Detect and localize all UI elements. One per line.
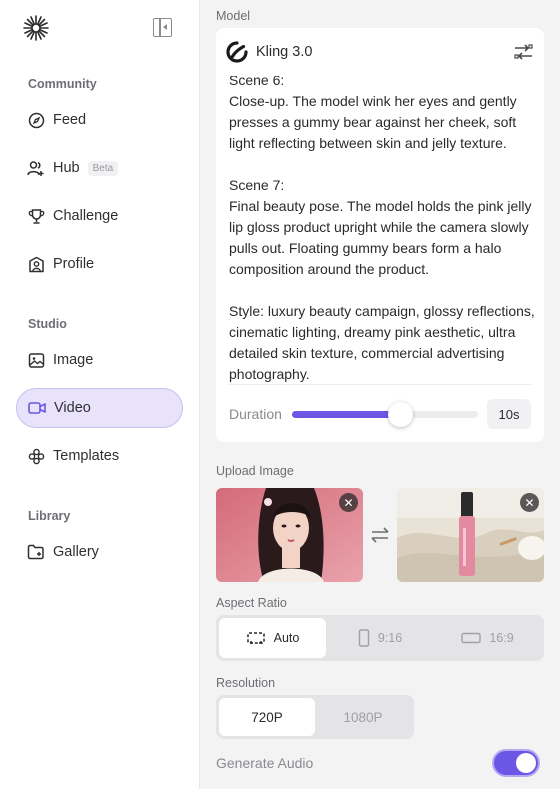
sidebar-item-gallery[interactable]: Gallery xyxy=(16,532,183,572)
remove-image-icon[interactable]: ✕ xyxy=(520,493,539,512)
prompt-card: Scene 6: Close-up. The model wink her ey… xyxy=(216,70,544,442)
section-label-community: Community xyxy=(28,77,97,91)
logo-icon[interactable] xyxy=(22,14,50,42)
generate-audio-label: Generate Audio xyxy=(216,755,314,771)
templates-icon xyxy=(27,447,45,465)
aspect-option-auto[interactable]: Auto xyxy=(219,618,326,658)
sidebar-item-label: Video xyxy=(54,400,91,416)
sidebar-item-label: Image xyxy=(53,352,94,368)
image-icon xyxy=(27,351,45,369)
switch-model-icon[interactable] xyxy=(513,43,534,61)
generate-audio-toggle[interactable] xyxy=(492,749,540,777)
sidebar-item-image[interactable]: Image xyxy=(16,340,183,380)
aspect-option-9-16[interactable]: 9:16 xyxy=(326,618,434,658)
resolution-option-720p[interactable]: 720P xyxy=(219,698,315,736)
beta-badge: Beta xyxy=(87,160,119,176)
trophy-icon xyxy=(27,207,45,225)
sidebar-item-label: Hub xyxy=(53,160,80,176)
model-name: Kling 3.0 xyxy=(256,44,313,60)
profile-icon xyxy=(27,255,45,273)
users-icon xyxy=(27,159,45,177)
duration-slider-thumb[interactable] xyxy=(387,402,413,427)
compass-icon xyxy=(27,111,45,129)
remove-image-icon[interactable]: ✕ xyxy=(339,493,358,512)
collapse-sidebar-icon[interactable] xyxy=(153,18,172,37)
duration-label: Duration xyxy=(229,406,282,422)
sidebar-item-label: Challenge xyxy=(53,208,119,224)
duration-slider-fill xyxy=(292,411,400,418)
video-camera-icon xyxy=(28,399,46,417)
model-selector[interactable]: Kling 3.0 xyxy=(216,28,544,76)
sidebar-item-challenge[interactable]: Challenge xyxy=(16,196,183,236)
resolution-option-1080p[interactable]: 1080P xyxy=(315,698,411,736)
sidebar-item-profile[interactable]: Profile xyxy=(16,244,183,284)
sidebar-item-label: Gallery xyxy=(53,544,99,560)
sidebar-item-label: Feed xyxy=(53,112,87,128)
aspect-option-16-9[interactable]: 16:9 xyxy=(434,618,541,658)
uploaded-image-portrait[interactable]: ✕ xyxy=(216,488,363,582)
portrait-ratio-icon xyxy=(358,629,370,647)
sidebar-item-templates[interactable]: Templates xyxy=(16,436,183,476)
sidebar: Community Feed Hub Beta Challenge Profil… xyxy=(0,0,200,789)
sidebar-item-label: Profile xyxy=(53,256,95,272)
main-panel: Model Kling 3.0 Scene 6: Close-up. The m… xyxy=(200,0,560,789)
aspect-option-label: 16:9 xyxy=(489,631,514,645)
toggle-knob xyxy=(516,753,536,773)
duration-slider[interactable] xyxy=(292,402,478,427)
prompt-textarea[interactable]: Scene 6: Close-up. The model wink her ey… xyxy=(229,70,537,385)
aspect-ratio-label: Aspect Ratio xyxy=(216,596,287,610)
resolution-label: Resolution xyxy=(216,676,276,690)
landscape-ratio-icon xyxy=(461,632,482,644)
kling-logo-icon xyxy=(226,41,248,63)
section-label-library: Library xyxy=(28,509,71,523)
aspect-option-label: Auto xyxy=(273,631,300,645)
folder-icon xyxy=(27,543,45,561)
section-label-studio: Studio xyxy=(28,317,67,331)
sidebar-item-label: Templates xyxy=(53,448,120,464)
auto-ratio-icon xyxy=(246,632,265,644)
swap-images-icon[interactable] xyxy=(369,525,391,545)
sidebar-item-video[interactable]: Video xyxy=(16,388,183,428)
uploaded-image-product[interactable]: ✕ xyxy=(397,488,544,582)
aspect-ratio-selector: Auto 9:16 16:9 xyxy=(216,615,544,661)
model-label: Model xyxy=(216,9,251,23)
sidebar-item-hub[interactable]: Hub Beta xyxy=(16,148,183,188)
divider xyxy=(229,384,531,385)
duration-value[interactable]: 10s xyxy=(487,399,531,429)
aspect-option-label: 9:16 xyxy=(377,631,403,645)
upload-image-label: Upload Image xyxy=(216,464,294,478)
resolution-selector: 720P 1080P xyxy=(216,695,414,739)
sidebar-item-feed[interactable]: Feed xyxy=(16,100,183,140)
